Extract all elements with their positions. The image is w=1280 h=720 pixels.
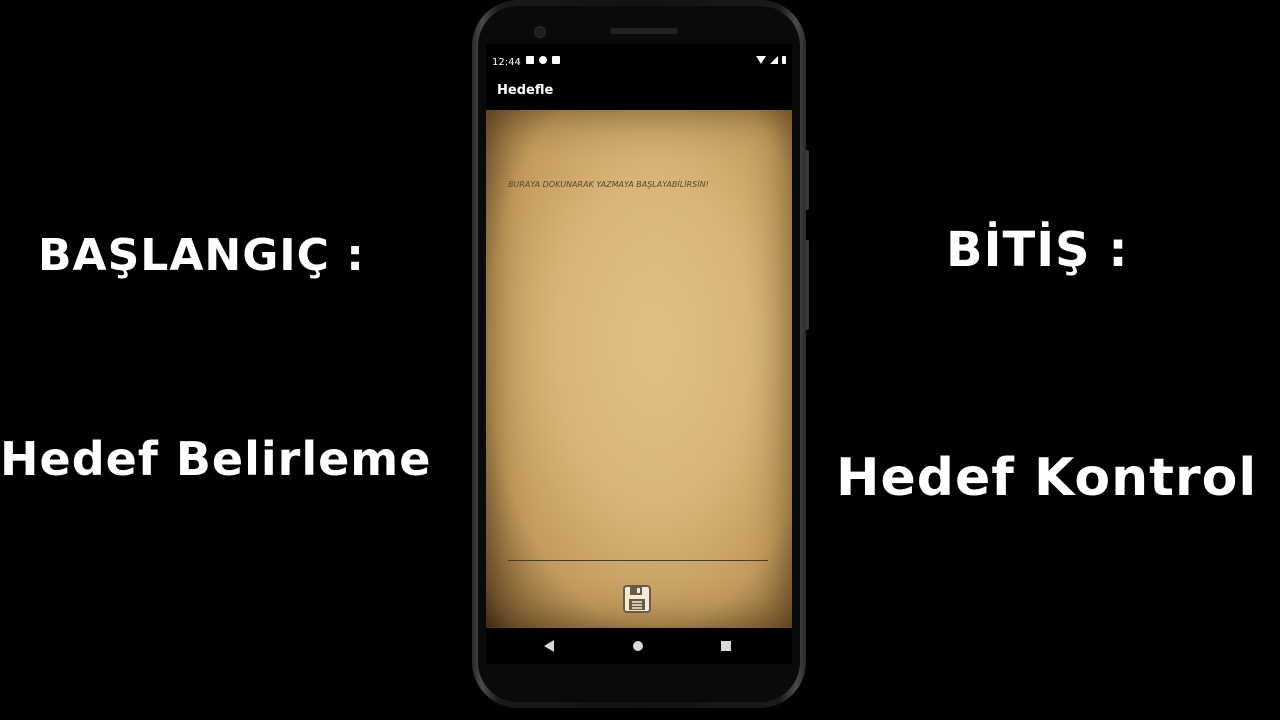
note-editor[interactable]: BURAYA DOKUNARAK YAZMAYA BAŞLAYABİLİRSİN… [486,110,792,628]
promo-stage: BAŞLANGIÇ : Hedef Belirleme BİTİŞ : Hede… [0,0,1280,720]
earpiece-speaker [610,28,678,34]
goal-check-label: Hedef Kontrol [836,448,1258,508]
navigation-bar [486,628,792,664]
start-label: BAŞLANGIÇ : [38,230,365,281]
notification-icons [526,56,560,64]
notification-icon [539,56,547,64]
battery-icon [782,56,786,64]
editor-placeholder[interactable]: BURAYA DOKUNARAK YAZMAYA BAŞLAYABİLİRSİN… [508,180,709,189]
sd-card-icon [552,56,560,64]
wifi-icon [756,56,766,64]
system-icons [756,56,786,64]
end-label: BİTİŞ : [946,222,1129,278]
home-icon[interactable] [633,641,643,651]
volume-button [805,240,809,330]
status-bar: 12:44 [486,44,792,80]
floppy-disk-icon[interactable] [622,584,652,614]
notification-icon [526,56,534,64]
power-button [805,150,809,210]
recents-icon[interactable] [721,641,731,651]
goal-setting-label: Hedef Belirleme [0,432,432,486]
app-bar: Hedefle [486,80,792,110]
status-time: 12:44 [492,57,521,68]
front-camera [534,26,546,38]
app-title: Hedefle [497,83,554,98]
signal-icon [770,56,778,64]
back-icon[interactable] [544,640,554,652]
phone-frame: 12:44 Hedefle BURAYA DOKUNARAK YAZMAYA B… [472,0,809,708]
phone-screen: 12:44 Hedefle BURAYA DOKUNARAK YAZMAYA B… [486,44,792,664]
editor-underline [508,560,768,561]
